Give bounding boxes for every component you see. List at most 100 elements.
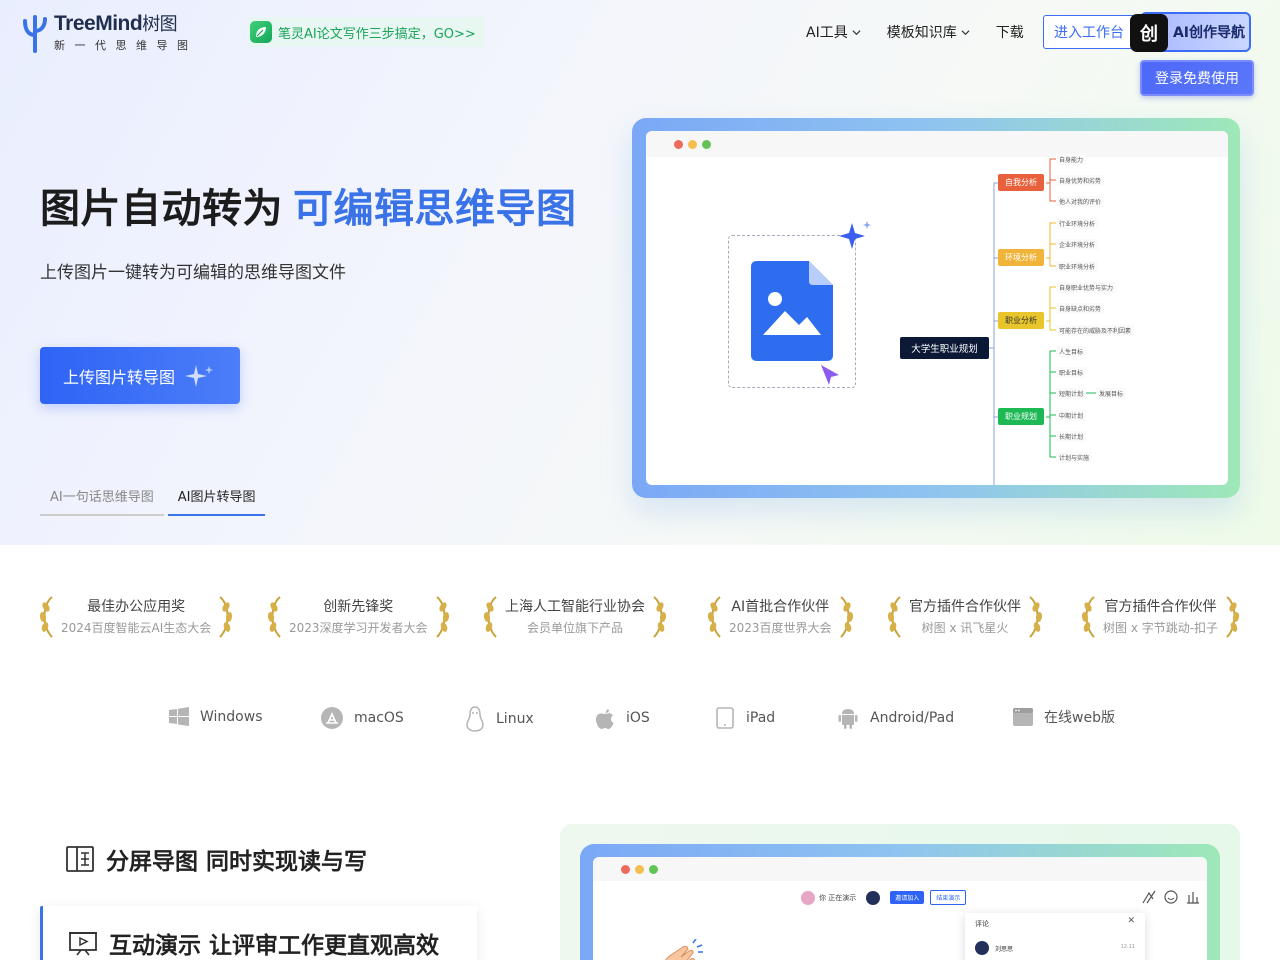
laurel-left-icon (267, 596, 281, 638)
chevron-down-icon (852, 29, 861, 35)
apple-icon (596, 709, 614, 729)
nav-template-library-label: 模板知识库 (886, 25, 957, 41)
comment-timestamp: 12:11 (1120, 944, 1135, 950)
upload-image-button[interactable]: 上传图片转导图 (40, 347, 240, 404)
nav-download-label: 下载 (995, 25, 1024, 41)
platform-android[interactable]: Android/Pad (836, 706, 954, 730)
presentation-toolbar: 你 正在演示 邀请加入 结束演示 (801, 890, 967, 905)
window-maximize-dot (649, 864, 658, 874)
nav-ai-tools-label: AI工具 (806, 25, 848, 41)
mindmap-leaf-node[interactable]: 长期计划 (1056, 431, 1087, 442)
promo-banner[interactable]: 笔灵AI论文写作三步搞定，GO>> (248, 17, 484, 47)
platform-ios[interactable]: iOS (594, 706, 650, 730)
ai-creation-badge-icon[interactable]: 创 (1130, 14, 1168, 52)
mindmap-leaf-node[interactable]: 自身能力 (1056, 154, 1087, 165)
mindmap-connectors (989, 158, 1096, 485)
awards-row: 最佳办公应用奖 2024百度智能云AI生态大会 创新先锋奖 2023深度学习开发者大… (38, 594, 1242, 640)
laurel-left-icon (707, 596, 721, 638)
mindmap-leaf-node[interactable]: 可能存在的威胁及不利因素 (1056, 325, 1135, 336)
platform-label: macOS (354, 710, 404, 726)
feature-presentation-card[interactable]: 互动演示 让评审工作更直观高效 (40, 906, 477, 960)
platform-windows[interactable]: Windows (168, 706, 263, 728)
mindmap-leaf-node[interactable]: 企业环境分析 (1056, 239, 1099, 250)
platform-label: iPad (746, 710, 776, 726)
platform-linux[interactable]: Linux (464, 706, 534, 732)
laurel-right-icon (839, 596, 853, 638)
award-item: 上海人工智能行业协会 会员单位旗下产品 (482, 594, 668, 640)
logo-name: TreeMind树图 (54, 12, 178, 35)
laurel-right-icon (219, 596, 233, 638)
comment-panel: 评论 ✕ 刘思思 12:11 (965, 913, 1145, 960)
end-presentation-button[interactable]: 结束演示 (930, 890, 967, 905)
treemind-logo[interactable]: TreeMind树图 新一代思维导图 (20, 12, 198, 53)
feature-split-screen[interactable]: 分屏导图 同时实现读与写 (66, 842, 367, 876)
mindmap-leaf-node[interactable]: 自身缺点和劣势 (1056, 303, 1105, 314)
platform-ipad[interactable]: iPad (714, 706, 775, 730)
nav-template-library[interactable]: 模板知识库 (887, 22, 970, 42)
laurel-right-icon (435, 596, 449, 638)
hero-preview-frame: 大学生职业规划 自我分析 自身能力 自身优势和劣势 他人对我的评价 环境分析 行… (632, 118, 1240, 498)
mindmap-leaf-node[interactable]: 自身优势和劣势 (1056, 175, 1105, 186)
award-title: 官方插件合作伙伴 (1104, 599, 1217, 615)
mindmap-branch-node[interactable]: 职业分析 (998, 312, 1044, 329)
award-subtitle: 2023深度学习开发者大会 (289, 621, 428, 635)
browser-icon (1013, 708, 1033, 726)
mindmap-branch-node[interactable]: 环境分析 (998, 249, 1044, 266)
logo-tagline: 新一代思维导图 (54, 39, 198, 52)
award-subtitle: 2023百度世界大会 (729, 621, 832, 635)
leaf-icon (250, 21, 272, 43)
laurel-left-icon (39, 596, 53, 638)
award-subtitle: 2024百度智能云AI生态大会 (61, 621, 212, 635)
award-item: 官方插件合作伙伴 树图 x 讯飞星火 (886, 594, 1044, 640)
mindmap-branch-node[interactable]: 职业规划 (998, 408, 1044, 425)
main-nav: AI工具 模板知识库 下载 (806, 22, 1050, 42)
comment-panel-title: 评论 (975, 920, 989, 928)
mindmap-leaf-node[interactable]: 计划与实施 (1056, 452, 1093, 463)
mindmap-leaf-node[interactable]: 发展目标 (1096, 388, 1127, 399)
award-title: 官方插件合作伙伴 (909, 599, 1021, 615)
promo-text: 笔灵AI论文写作三步搞定，GO>> (278, 26, 476, 42)
mindmap-leaf-node[interactable]: 中期计划 (1056, 410, 1087, 421)
chevron-down-icon (961, 29, 970, 35)
tab-ai-one-sentence[interactable]: AI一句话思维导图 (40, 480, 164, 516)
nav-ai-tools[interactable]: AI工具 (806, 22, 861, 42)
split-screen-icon (66, 846, 94, 872)
platform-label: 在线web版 (1044, 710, 1115, 726)
platform-label: iOS (626, 710, 650, 726)
mindmap-leaf-node[interactable]: 他人对我的评价 (1056, 196, 1105, 207)
platform-macos[interactable]: macOS (320, 706, 404, 730)
award-item: AI首批合作伙伴 2023百度世界大会 (706, 594, 855, 640)
mindmap-leaf-node[interactable]: 职业环境分析 (1056, 261, 1099, 272)
demo-preview-frame: 你 正在演示 邀请加入 结束演示 评论 ✕ 刘思思 12:11 (580, 844, 1220, 960)
mindmap-leaf-node[interactable]: 短期计划 (1056, 388, 1087, 399)
close-icon[interactable]: ✕ (1127, 916, 1135, 926)
android-icon (838, 709, 858, 729)
hero-title-highlight: 可编辑思维导图 (293, 186, 577, 232)
toolbar-icons (1142, 890, 1199, 904)
feature-presentation: 互动演示 让评审工作更直观高效 (69, 926, 439, 960)
window-titlebar (593, 857, 1207, 881)
mindmap-leaf-node[interactable]: 自身职业优势与实力 (1056, 282, 1117, 293)
mindmap-root-node[interactable]: 大学生职业规划 (900, 337, 989, 359)
mindmap-leaf-node[interactable]: 行业环境分析 (1056, 218, 1099, 229)
platform-label: Linux (496, 711, 534, 727)
ai-creation-nav-label: AI创作导航 (1172, 25, 1245, 41)
award-title: 创新先锋奖 (323, 599, 394, 615)
upload-image-button-label: 上传图片转导图 (63, 367, 176, 387)
hero-title-plain: 图片自动转为 (40, 186, 283, 232)
login-free-button[interactable]: 登录免费使用 (1140, 60, 1254, 96)
mindmap-branch-node[interactable]: 自我分析 (998, 174, 1044, 191)
top-header: TreeMind树图 新一代思维导图 笔灵AI论文写作三步搞定，GO>> AI工… (0, 0, 1280, 96)
platform-web[interactable]: 在线web版 (1012, 706, 1115, 728)
tab-ai-image-to-map[interactable]: AI图片转导图 (167, 480, 266, 516)
enter-workspace-button[interactable]: 进入工作台 (1043, 15, 1135, 49)
demo-preview-section: 你 正在演示 邀请加入 结束演示 评论 ✕ 刘思思 12:11 (560, 824, 1240, 960)
laurel-right-icon (1226, 596, 1240, 638)
invite-button[interactable]: 邀请加入 (890, 891, 925, 904)
nav-download[interactable]: 下载 (996, 22, 1024, 42)
linux-icon (466, 706, 484, 732)
laurel-left-icon (1081, 596, 1095, 638)
mindmap-leaf-node[interactable]: 人生目标 (1056, 346, 1087, 357)
mindmap-leaf-node[interactable]: 职业目标 (1056, 367, 1087, 378)
hero-preview-window: 大学生职业规划 自我分析 自身能力 自身优势和劣势 他人对我的评价 环境分析 行… (646, 131, 1228, 485)
